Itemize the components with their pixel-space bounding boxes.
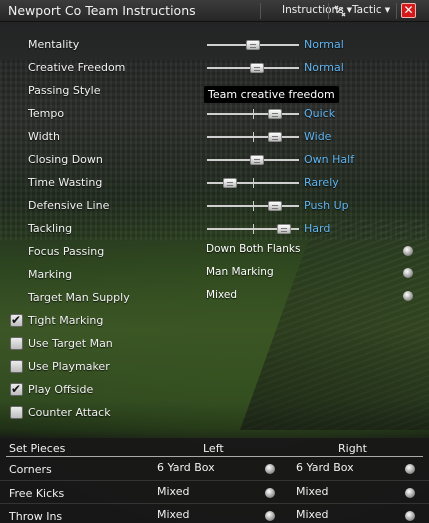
target-man-supply-select[interactable]: Mixed bbox=[206, 289, 237, 301]
creative-freedom-slider[interactable] bbox=[207, 62, 299, 74]
defensive-line-slider[interactable] bbox=[207, 200, 299, 212]
counter-attack-checkbox[interactable] bbox=[10, 406, 23, 419]
tackling-slider[interactable] bbox=[207, 223, 299, 235]
counter-attack-label: Counter Attack bbox=[28, 406, 111, 419]
closing-down-label: Closing Down bbox=[28, 153, 103, 166]
time-wasting-label: Time Wasting bbox=[28, 176, 103, 189]
set-pieces-right-header: Right bbox=[338, 442, 367, 455]
marking-select[interactable]: Man Marking bbox=[206, 266, 274, 278]
set-pieces-title: Set Pieces bbox=[9, 442, 66, 455]
play-offside-label: Play Offside bbox=[28, 383, 94, 396]
marking-label: Marking bbox=[28, 268, 73, 281]
creative-freedom-label: Creative Freedom bbox=[28, 61, 126, 74]
creative-freedom-value: Normal bbox=[304, 61, 344, 74]
set-pieces-left-header: Left bbox=[203, 442, 224, 455]
free-kicks-right-select[interactable]: Mixed bbox=[296, 485, 328, 498]
close-button[interactable]: ✕ bbox=[401, 3, 416, 18]
tactic-icon bbox=[334, 5, 346, 17]
throw-ins-left-dropdown-icon[interactable] bbox=[265, 511, 275, 521]
tackling-value: Hard bbox=[304, 222, 331, 235]
closing-down-slider[interactable] bbox=[207, 154, 299, 166]
target-man-supply-dropdown-icon[interactable] bbox=[403, 291, 413, 301]
corners-label: Corners bbox=[9, 463, 52, 476]
use-playmaker-label: Use Playmaker bbox=[28, 360, 110, 373]
window-title: Newport Co Team Instructions bbox=[8, 3, 196, 18]
corners-right-dropdown-icon[interactable] bbox=[405, 464, 415, 474]
defensive-line-value: Push Up bbox=[304, 199, 349, 212]
use-target-man-label: Use Target Man bbox=[28, 337, 113, 350]
free-kicks-left-dropdown-icon[interactable] bbox=[265, 488, 275, 498]
use-target-man-checkbox[interactable] bbox=[10, 337, 23, 350]
throw-ins-left-select[interactable]: Mixed bbox=[157, 508, 189, 521]
team-instructions-window: Newport Co Team Instructions Instruction… bbox=[0, 0, 429, 523]
focus-passing-dropdown-icon[interactable] bbox=[403, 246, 413, 256]
throw-ins-right-select[interactable]: Mixed bbox=[296, 508, 328, 521]
throw-ins-right-dropdown-icon[interactable] bbox=[405, 511, 415, 521]
focus-passing-label: Focus Passing bbox=[28, 245, 105, 258]
width-value: Wide bbox=[304, 130, 332, 143]
corners-right-select[interactable]: 6 Yard Box bbox=[296, 461, 354, 474]
creative-freedom-slider-thumb[interactable] bbox=[250, 63, 264, 73]
tooltip: Team creative freedom bbox=[204, 86, 339, 103]
defensive-line-slider-thumb[interactable] bbox=[268, 201, 282, 211]
tempo-label: Tempo bbox=[28, 107, 65, 120]
play-offside-checkbox[interactable] bbox=[10, 382, 23, 396]
header-divider bbox=[6, 456, 423, 457]
mentality-slider[interactable] bbox=[207, 39, 299, 51]
throw-ins-label: Throw Ins bbox=[9, 510, 63, 523]
corners-left-select[interactable]: 6 Yard Box bbox=[157, 461, 215, 474]
use-playmaker-checkbox[interactable] bbox=[10, 360, 23, 373]
tempo-value: Quick bbox=[304, 107, 336, 120]
passing-style-label: Passing Style bbox=[28, 84, 101, 97]
width-slider[interactable] bbox=[207, 131, 299, 143]
marking-dropdown-icon[interactable] bbox=[403, 268, 413, 278]
tackling-slider-thumb[interactable] bbox=[277, 224, 291, 234]
width-slider-thumb[interactable] bbox=[268, 132, 282, 142]
tight-marking-label: Tight Marking bbox=[28, 314, 104, 327]
closing-down-slider-thumb[interactable] bbox=[250, 155, 264, 165]
time-wasting-slider-thumb[interactable] bbox=[223, 178, 237, 188]
defensive-line-label: Defensive Line bbox=[28, 199, 110, 212]
free-kicks-label: Free Kicks bbox=[9, 487, 65, 500]
tactic-menu[interactable]: Tactic ▼ bbox=[352, 4, 390, 16]
free-kicks-left-select[interactable]: Mixed bbox=[157, 485, 189, 498]
focus-passing-select[interactable]: Down Both Flanks bbox=[206, 243, 300, 255]
time-wasting-value: Rarely bbox=[304, 176, 339, 189]
tight-marking-checkbox[interactable] bbox=[10, 313, 23, 327]
mentality-label: Mentality bbox=[28, 38, 80, 51]
closing-down-value: Own Half bbox=[304, 153, 355, 166]
dropdown-caret-icon: ▼ bbox=[384, 6, 391, 14]
mentality-value: Normal bbox=[304, 38, 344, 51]
close-icon: ✕ bbox=[403, 3, 414, 17]
tempo-slider-thumb[interactable] bbox=[268, 109, 282, 119]
tackling-label: Tackling bbox=[28, 222, 73, 235]
tempo-slider[interactable] bbox=[207, 108, 299, 120]
corners-left-dropdown-icon[interactable] bbox=[265, 464, 275, 474]
tactic-menu-label: Tactic bbox=[352, 4, 382, 16]
mentality-slider-thumb[interactable] bbox=[246, 40, 260, 50]
free-kicks-right-dropdown-icon[interactable] bbox=[405, 488, 415, 498]
width-label: Width bbox=[28, 130, 60, 143]
title-bar: Newport Co Team Instructions Instruction… bbox=[0, 0, 429, 22]
time-wasting-slider[interactable] bbox=[207, 177, 299, 189]
target-man-supply-label: Target Man Supply bbox=[28, 291, 130, 304]
